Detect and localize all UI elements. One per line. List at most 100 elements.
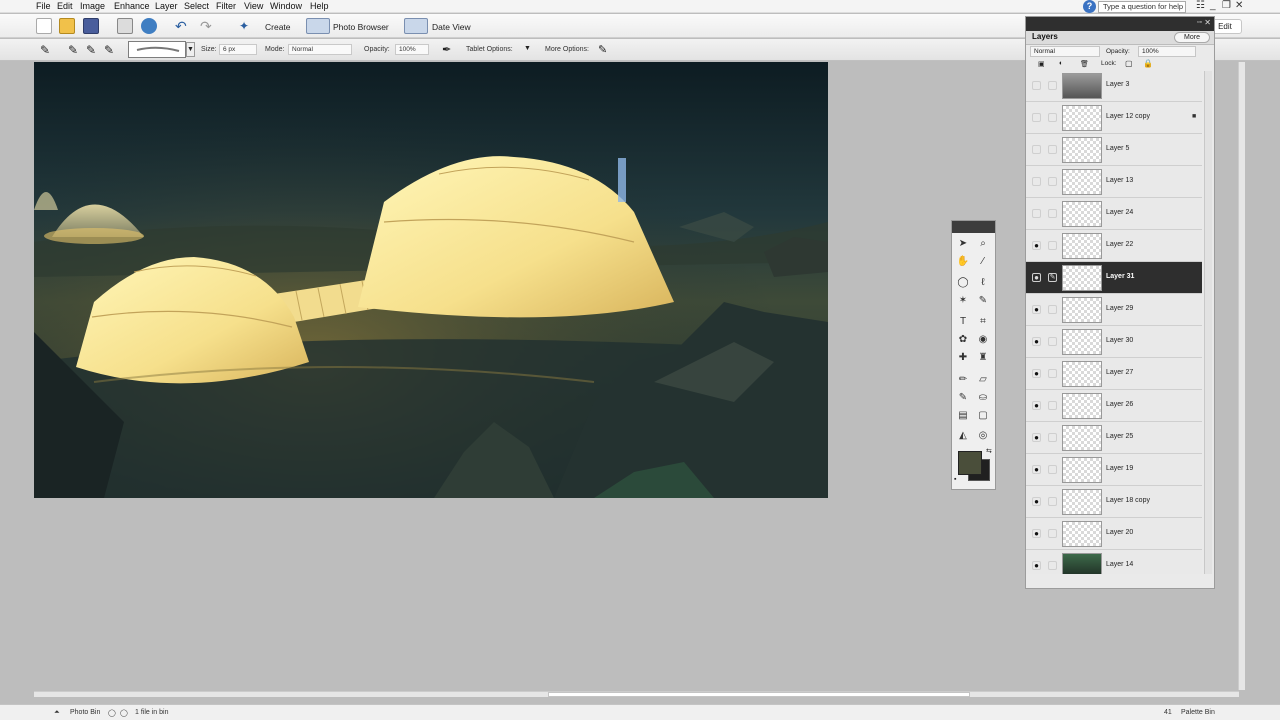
more-button[interactable]: More (1174, 32, 1210, 43)
brush-dropdown-icon[interactable]: ▼ (186, 42, 195, 57)
menu-view[interactable]: View (244, 1, 263, 11)
layer-visibility-eye-icon[interactable]: ● (1032, 529, 1041, 538)
layer-link-icon[interactable] (1048, 241, 1057, 250)
layer-row[interactable]: ● Layer 19 (1026, 454, 1202, 486)
photo-browser-icon[interactable] (306, 18, 330, 34)
layer-visibility-eye-icon[interactable]: ● (1032, 433, 1041, 442)
document-canvas[interactable] (34, 62, 828, 498)
layer-row[interactable]: Layer 3 (1026, 70, 1202, 102)
layer-link-icon[interactable] (1048, 305, 1057, 314)
layers-panel-header[interactable]: ▫▫ ✕ (1026, 17, 1214, 31)
canvas-horizontal-scrollbar[interactable] (34, 691, 1239, 697)
layer-row[interactable]: Layer 13 (1026, 166, 1202, 198)
cookie-cutter-tool-icon[interactable]: ✿ (956, 333, 970, 346)
tablet-options-label[interactable]: Tablet Options: (466, 46, 513, 53)
lock-all-icon[interactable]: 🔒 (1143, 59, 1153, 68)
horizontal-scroll-thumb[interactable] (548, 692, 970, 697)
shape-tool-icon[interactable]: ▢ (976, 409, 990, 422)
zoom-tool-icon[interactable]: ⌕ (976, 237, 990, 250)
date-view-button[interactable]: Date View (432, 22, 471, 32)
layer-visibility-eye-icon[interactable] (1032, 113, 1041, 122)
airbrush-icon[interactable]: ✒ (442, 43, 451, 56)
gradient-tool-icon[interactable]: ▤ (956, 409, 970, 422)
sponge-tool-icon[interactable]: ◎ (976, 429, 990, 442)
menu-help[interactable]: Help (310, 1, 329, 11)
layer-link-icon[interactable] (1048, 177, 1057, 186)
layer-list-scrollbar[interactable] (1204, 71, 1212, 574)
panel-close-icon[interactable]: ✕ (1204, 18, 1211, 27)
palette-bin-label[interactable]: Palette Bin (1181, 709, 1215, 716)
opacity-field[interactable]: 100% (395, 44, 429, 55)
adjustment-layer-icon[interactable]: ◐ (1059, 60, 1063, 67)
menu-enhance[interactable]: Enhance (114, 1, 150, 11)
blur-tool-icon[interactable]: ◭ (956, 429, 970, 442)
default-colors-icon[interactable]: ▪ (954, 476, 956, 483)
canvas-vertical-scrollbar[interactable] (1238, 62, 1245, 690)
blend-mode-select[interactable]: Normal (1030, 46, 1100, 57)
layer-row[interactable]: ● ✎ Layer 31 (1026, 262, 1202, 294)
layer-link-icon[interactable] (1048, 497, 1057, 506)
lock-transparency-icon[interactable]: ▢ (1125, 59, 1133, 68)
new-file-icon[interactable] (36, 18, 52, 34)
crop-tool-icon[interactable]: ⌗ (976, 315, 990, 328)
layer-row[interactable]: ● Layer 27 (1026, 358, 1202, 390)
help-search-input[interactable]: Type a question for help (1098, 1, 1186, 13)
create-icon[interactable]: ✦ (239, 18, 253, 34)
layer-visibility-eye-icon[interactable] (1032, 81, 1041, 90)
color-replacement-icon[interactable]: ✎ (104, 43, 114, 57)
pencil-tool-icon[interactable]: ✏ (956, 373, 970, 386)
prev-file-icon[interactable]: ◯ (108, 709, 116, 717)
brush-preview[interactable] (128, 41, 186, 58)
layer-link-icon[interactable] (1048, 465, 1057, 474)
lasso-tool-icon[interactable]: ℓ (976, 276, 990, 289)
move-tool-icon[interactable]: ➤ (956, 237, 970, 250)
layer-row[interactable]: ● Layer 22 (1026, 230, 1202, 262)
layer-link-icon[interactable] (1048, 337, 1057, 346)
panel-collapse-icon[interactable]: ▫▫ (1197, 19, 1202, 26)
layer-row[interactable]: ● Layer 18 copy (1026, 486, 1202, 518)
layer-visibility-eye-icon[interactable]: ● (1032, 273, 1041, 282)
layer-link-icon[interactable] (1048, 401, 1057, 410)
paint-bucket-tool-icon[interactable]: ⛀ (976, 391, 990, 404)
menu-file[interactable]: File (36, 1, 51, 11)
layer-link-icon[interactable] (1048, 529, 1057, 538)
next-file-icon[interactable]: ◯ (120, 709, 128, 717)
delete-layer-icon[interactable]: 🗑 (1080, 60, 1089, 68)
layers-tab[interactable]: Layers (1032, 32, 1058, 41)
more-options-label[interactable]: More Options: (545, 46, 589, 53)
save-icon[interactable] (83, 18, 99, 34)
redo-icon[interactable]: ↷ (200, 18, 216, 34)
help-icon[interactable]: ? (1083, 0, 1096, 13)
layer-row[interactable]: ● Layer 26 (1026, 390, 1202, 422)
size-field[interactable]: 6 px (219, 44, 257, 55)
palette-menu-icon[interactable]: ☷ (1196, 0, 1205, 11)
brush-tool-icon[interactable]: ✎ (40, 43, 50, 57)
layer-row[interactable]: Layer 5 (1026, 134, 1202, 166)
menu-filter[interactable]: Filter (216, 1, 236, 11)
eyedropper-tool-icon[interactable]: ⁄ (976, 255, 990, 268)
photo-browser-button[interactable]: Photo Browser (333, 22, 389, 32)
layer-visibility-eye-icon[interactable]: ● (1032, 241, 1041, 250)
menu-image[interactable]: Image (80, 1, 105, 11)
photo-bin-toggle-icon[interactable]: ⏶ (54, 709, 60, 717)
layer-visibility-eye-icon[interactable]: ● (1032, 465, 1041, 474)
online-services-icon[interactable] (141, 18, 157, 34)
layer-link-icon[interactable] (1048, 433, 1057, 442)
layer-link-icon[interactable] (1048, 145, 1057, 154)
tablet-options-dropdown-icon[interactable]: ▼ (524, 45, 531, 52)
menu-window[interactable]: Window (270, 1, 302, 11)
layer-row[interactable]: ● Layer 20 (1026, 518, 1202, 550)
eraser-tool-icon[interactable]: ▱ (976, 373, 990, 386)
menu-edit[interactable]: Edit (57, 1, 73, 11)
layer-link-icon[interactable] (1048, 81, 1057, 90)
magic-wand-tool-icon[interactable]: ✶ (956, 294, 970, 307)
layer-visibility-eye-icon[interactable]: ● (1032, 497, 1041, 506)
layer-visibility-eye-icon[interactable]: ● (1032, 561, 1041, 570)
brush-preset-icon[interactable]: ✎ (68, 43, 78, 57)
layer-visibility-eye-icon[interactable] (1032, 145, 1041, 154)
layer-visibility-eye-icon[interactable] (1032, 209, 1041, 218)
active-brush-icon[interactable]: ✎ (1048, 273, 1057, 282)
layer-row[interactable]: ● Layer 25 (1026, 422, 1202, 454)
selection-brush-tool-icon[interactable]: ✎ (976, 294, 990, 307)
layer-link-icon[interactable] (1048, 561, 1057, 570)
